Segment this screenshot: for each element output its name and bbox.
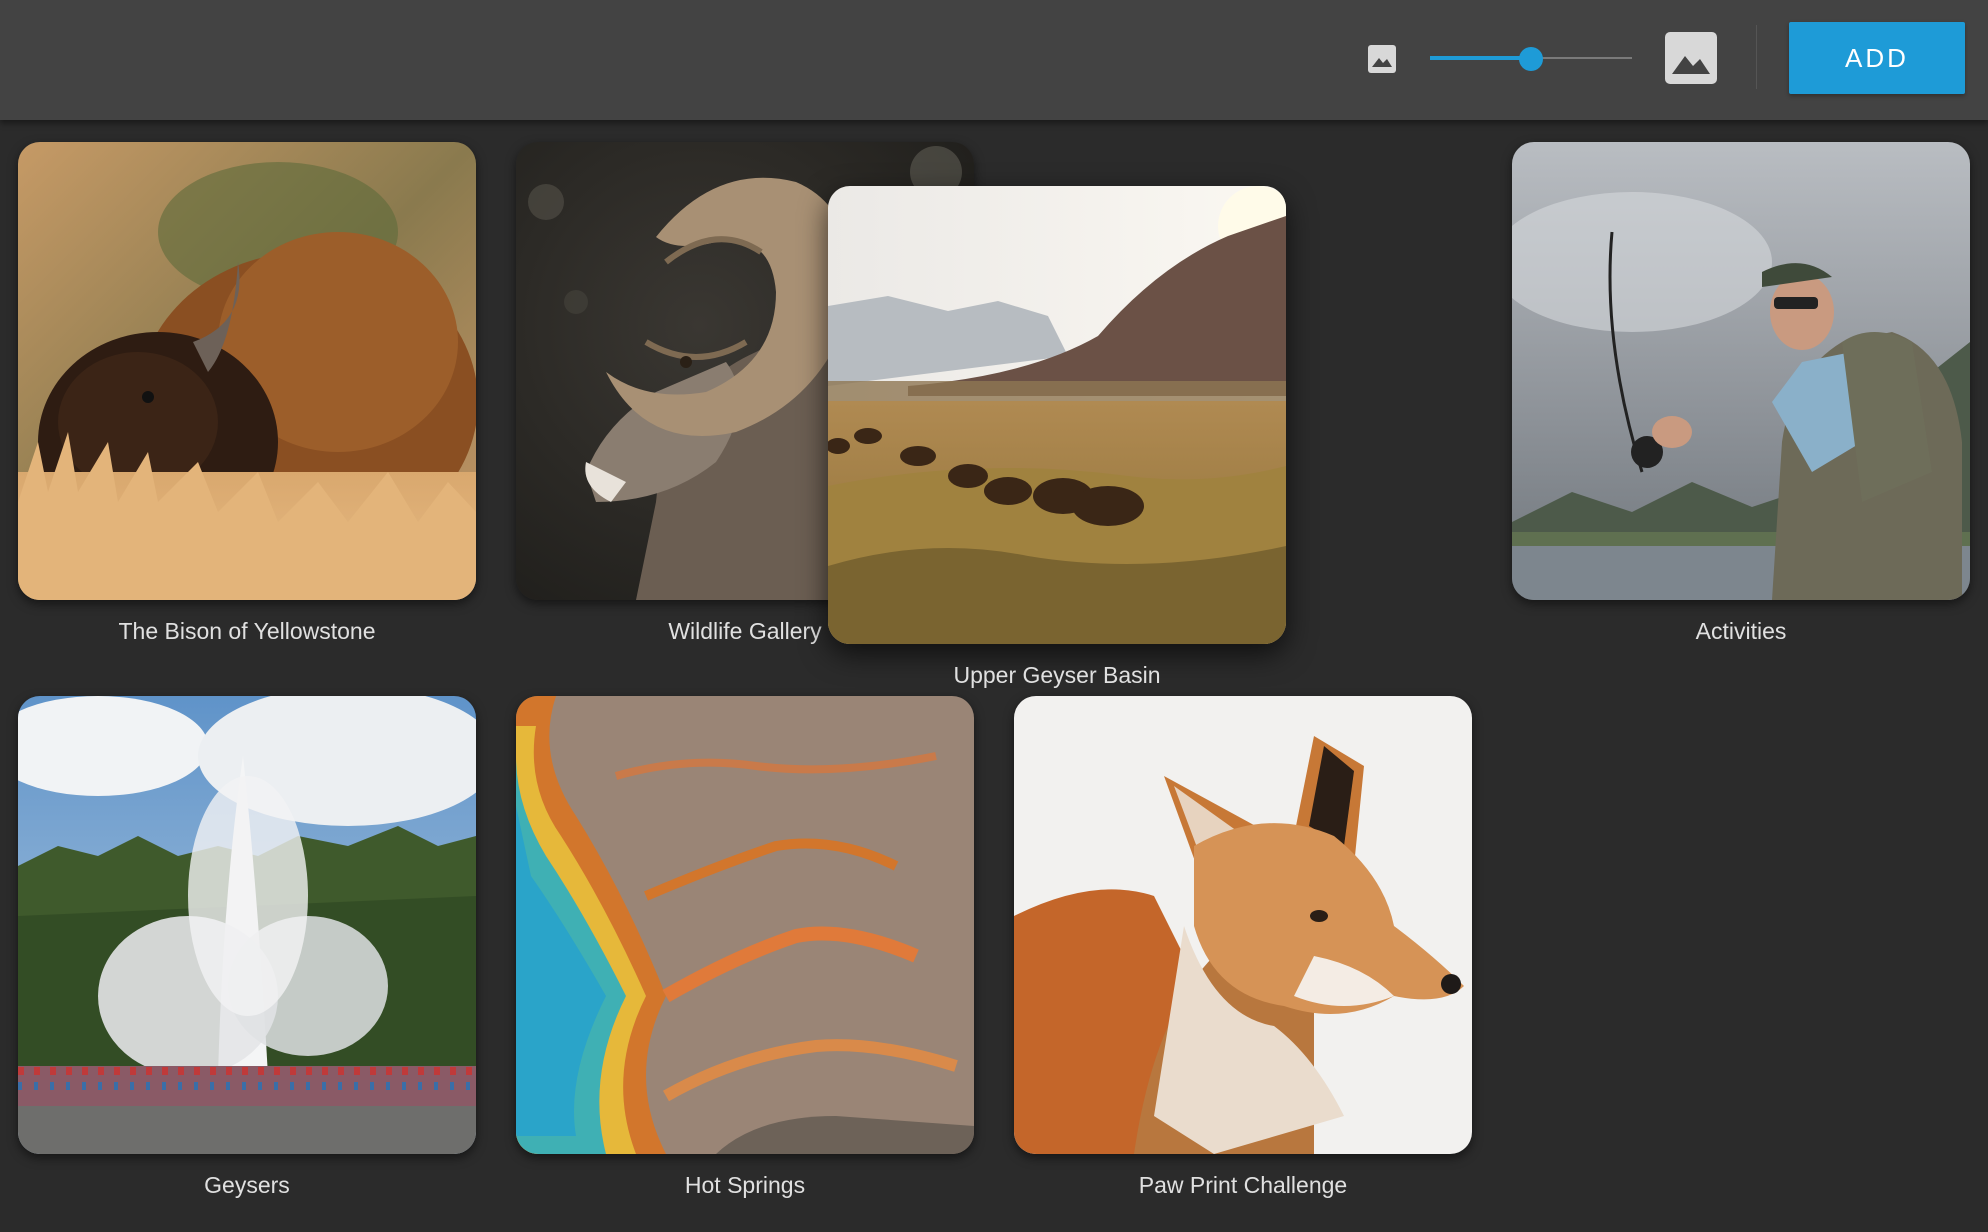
gallery-tile[interactable]: Hot Springs — [516, 696, 974, 1198]
image-small-icon[interactable] — [1368, 45, 1396, 73]
hot-spring-photo — [516, 696, 974, 1154]
add-button[interactable]: ADD — [1789, 22, 1965, 94]
gallery-tile-dragging[interactable]: Upper Geyser Basin — [828, 186, 1286, 688]
toolbar-divider — [1756, 25, 1757, 89]
gallery-tile[interactable]: Geysers — [18, 696, 476, 1198]
fly-fishing-photo — [1512, 142, 1970, 600]
tile-title: Paw Print Challenge — [1138, 1172, 1348, 1198]
gallery-tile[interactable]: The Bison of Yellowstone — [18, 142, 476, 644]
tile-title: Upper Geyser Basin — [953, 662, 1161, 688]
tile-title: Activities — [1695, 618, 1787, 644]
bison-photo — [18, 142, 476, 600]
image-large-icon[interactable] — [1665, 32, 1717, 84]
fox-photo — [1014, 696, 1472, 1154]
geyser-photo — [18, 696, 476, 1154]
slider-fill — [1430, 56, 1531, 60]
tile-title: Hot Springs — [684, 1172, 806, 1198]
gallery-tile[interactable]: Paw Print Challenge — [1014, 696, 1472, 1198]
gallery-tile[interactable]: Activities — [1512, 142, 1970, 644]
thumbnail-size-slider[interactable] — [1430, 44, 1632, 72]
bison-valley-photo — [828, 186, 1286, 644]
toolbar: ADD — [0, 0, 1988, 120]
slider-thumb[interactable] — [1519, 47, 1543, 71]
tile-title: Geysers — [204, 1172, 290, 1198]
tile-title: The Bison of Yellowstone — [118, 618, 376, 644]
